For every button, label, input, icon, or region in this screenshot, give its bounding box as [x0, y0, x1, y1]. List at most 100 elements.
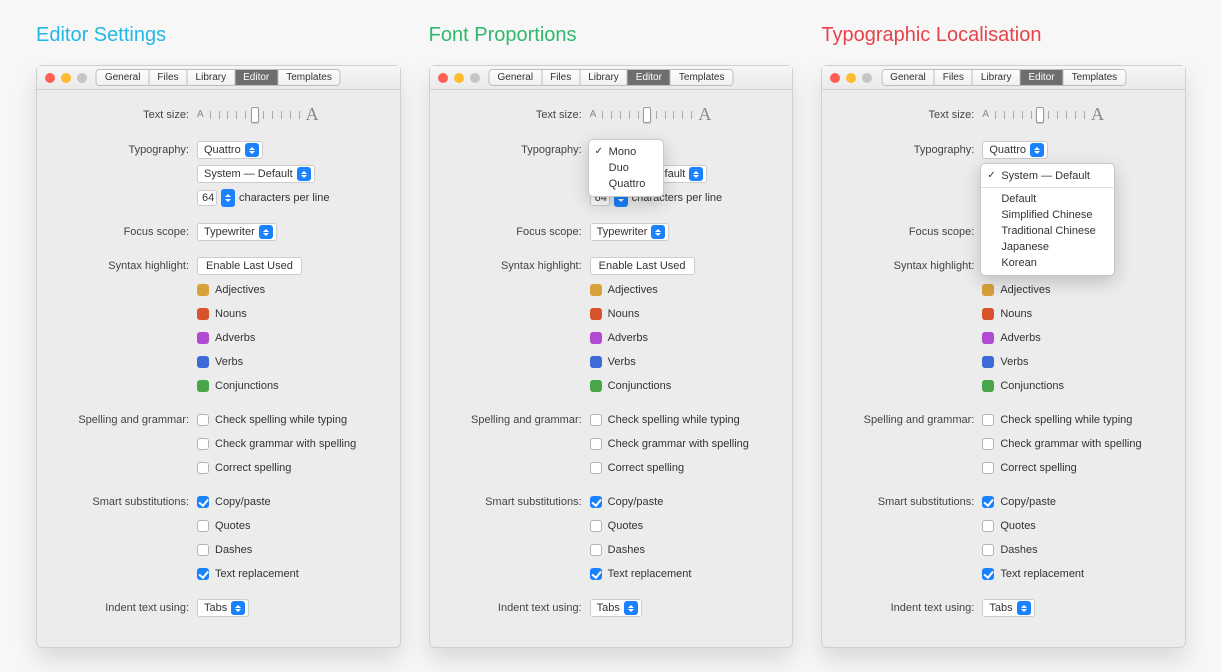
indent-select[interactable]: Tabs — [197, 599, 249, 617]
checkbox-icon[interactable] — [590, 414, 602, 426]
tab-general[interactable]: General — [882, 70, 935, 85]
tab-templates[interactable]: Templates — [671, 70, 733, 85]
smart-subs-quotes[interactable]: Quotes — [197, 520, 250, 532]
zoom-dot-icon[interactable] — [862, 73, 872, 83]
smart-subs-copy-paste[interactable]: Copy/paste — [590, 496, 664, 508]
tab-templates[interactable]: Templates — [1064, 70, 1126, 85]
checkbox-icon[interactable] — [197, 544, 209, 556]
locale-popup-item[interactable]: Traditional Chinese — [981, 223, 1113, 239]
checkbox-icon[interactable] — [982, 496, 994, 508]
text-size-slider[interactable] — [602, 113, 692, 117]
smart-subs-copy-paste[interactable]: Copy/paste — [197, 496, 271, 508]
locale-popup-item[interactable]: Default — [981, 191, 1113, 207]
minimize-dot-icon[interactable] — [61, 73, 71, 83]
spelling-check-spelling-while-typing[interactable]: Check spelling while typing — [982, 414, 1132, 426]
checkbox-icon[interactable] — [982, 544, 994, 556]
smart-subs-quotes[interactable]: Quotes — [590, 520, 643, 532]
spelling-check-grammar-with-spelling[interactable]: Check grammar with spelling — [197, 438, 356, 450]
tab-editor[interactable]: Editor — [628, 70, 671, 85]
smart-subs-text-replacement[interactable]: Text replacement — [197, 568, 299, 580]
typography-select[interactable]: Quattro — [982, 141, 1048, 159]
spelling-correct-spelling[interactable]: Correct spelling — [197, 462, 291, 474]
smart-subs-text-replacement[interactable]: Text replacement — [590, 568, 692, 580]
tab-library[interactable]: Library — [188, 70, 236, 85]
focus-scope-label: Focus scope: — [55, 226, 197, 238]
checkbox-icon[interactable] — [197, 520, 209, 532]
tab-editor[interactable]: Editor — [235, 70, 278, 85]
tab-files[interactable]: Files — [542, 70, 580, 85]
spelling-check-spelling-while-typing[interactable]: Check spelling while typing — [590, 414, 740, 426]
spelling-correct-spelling[interactable]: Correct spelling — [982, 462, 1076, 474]
pos-label: Nouns — [215, 308, 247, 320]
slider-knob-icon[interactable] — [251, 107, 259, 123]
spelling-check-grammar-with-spelling[interactable]: Check grammar with spelling — [590, 438, 749, 450]
checkbox-icon[interactable] — [590, 520, 602, 532]
spelling-correct-spelling[interactable]: Correct spelling — [590, 462, 684, 474]
minimize-dot-icon[interactable] — [454, 73, 464, 83]
checkbox-icon[interactable] — [197, 438, 209, 450]
checkbox-icon[interactable] — [590, 544, 602, 556]
checkbox-icon[interactable] — [590, 438, 602, 450]
close-dot-icon[interactable] — [45, 73, 55, 83]
smart-subs-dashes[interactable]: Dashes — [982, 544, 1037, 556]
locale-popup-item[interactable]: System — Default — [981, 168, 1113, 184]
checkbox-icon[interactable] — [590, 568, 602, 580]
focus-scope-select[interactable]: Typewriter — [197, 223, 277, 241]
checkbox-icon[interactable] — [197, 496, 209, 508]
indent-select[interactable]: Tabs — [982, 599, 1034, 617]
cpl-stepper[interactable]: 64characters per line — [197, 189, 330, 207]
tab-templates[interactable]: Templates — [278, 70, 340, 85]
checkbox-icon[interactable] — [197, 462, 209, 474]
locale-popup-item[interactable]: Japanese — [981, 239, 1113, 255]
tab-files[interactable]: Files — [935, 70, 973, 85]
checkbox-icon[interactable] — [590, 462, 602, 474]
typography-popup-item[interactable]: Mono — [589, 144, 664, 160]
close-dot-icon[interactable] — [830, 73, 840, 83]
tab-general[interactable]: General — [490, 70, 543, 85]
enable-last-used-button[interactable]: Enable Last Used — [197, 257, 302, 275]
checkbox-icon[interactable] — [982, 520, 994, 532]
close-dot-icon[interactable] — [438, 73, 448, 83]
slider-knob-icon[interactable] — [643, 107, 651, 123]
indent-select-value: Tabs — [597, 602, 620, 614]
locale-popup-item[interactable]: Korean — [981, 255, 1113, 271]
indent-select[interactable]: Tabs — [590, 599, 642, 617]
window-body: Text size:AATypography:QuattroSystem — D… — [822, 90, 1185, 647]
checkbox-icon[interactable] — [197, 568, 209, 580]
tab-general[interactable]: General — [97, 70, 150, 85]
spelling-check-spelling-while-typing[interactable]: Check spelling while typing — [197, 414, 347, 426]
spelling-check-grammar-with-spelling[interactable]: Check grammar with spelling — [982, 438, 1141, 450]
checkbox-icon[interactable] — [982, 462, 994, 474]
typography-popup-item[interactable]: Duo — [589, 160, 664, 176]
smart-subs-quotes[interactable]: Quotes — [982, 520, 1035, 532]
typography-popup-item[interactable]: Quattro — [589, 176, 664, 192]
checkbox-icon[interactable] — [197, 414, 209, 426]
checkbox-icon[interactable] — [982, 438, 994, 450]
tab-editor[interactable]: Editor — [1020, 70, 1063, 85]
system-default-select[interactable]: System — Default — [197, 165, 315, 183]
smart-subs-dashes[interactable]: Dashes — [197, 544, 252, 556]
tab-files[interactable]: Files — [149, 70, 187, 85]
checkbox-icon[interactable] — [982, 568, 994, 580]
smart-subs-text-replacement[interactable]: Text replacement — [982, 568, 1084, 580]
typography-select[interactable]: Quattro — [197, 141, 263, 159]
enable-last-used-button[interactable]: Enable Last Used — [590, 257, 695, 275]
text-size-slider[interactable] — [210, 113, 300, 117]
zoom-dot-icon[interactable] — [77, 73, 87, 83]
focus-scope-select[interactable]: Typewriter — [590, 223, 670, 241]
minimize-dot-icon[interactable] — [846, 73, 856, 83]
checkbox-icon[interactable] — [590, 496, 602, 508]
cpl-step-arrows-icon[interactable] — [221, 189, 235, 207]
tab-library[interactable]: Library — [580, 70, 628, 85]
tab-library[interactable]: Library — [973, 70, 1021, 85]
checkbox-icon[interactable] — [982, 414, 994, 426]
smart-subs-copy-paste[interactable]: Copy/paste — [982, 496, 1056, 508]
text-size-label: Text size: — [448, 109, 590, 121]
pos-label: Adjectives — [608, 284, 658, 296]
slider-knob-icon[interactable] — [1036, 107, 1044, 123]
zoom-dot-icon[interactable] — [470, 73, 480, 83]
locale-popup-item[interactable]: Simplified Chinese — [981, 207, 1113, 223]
text-size-slider[interactable] — [995, 113, 1085, 117]
smart-subs-dashes[interactable]: Dashes — [590, 544, 645, 556]
prefs-window: GeneralFilesLibraryEditorTemplates Text s… — [821, 65, 1186, 648]
